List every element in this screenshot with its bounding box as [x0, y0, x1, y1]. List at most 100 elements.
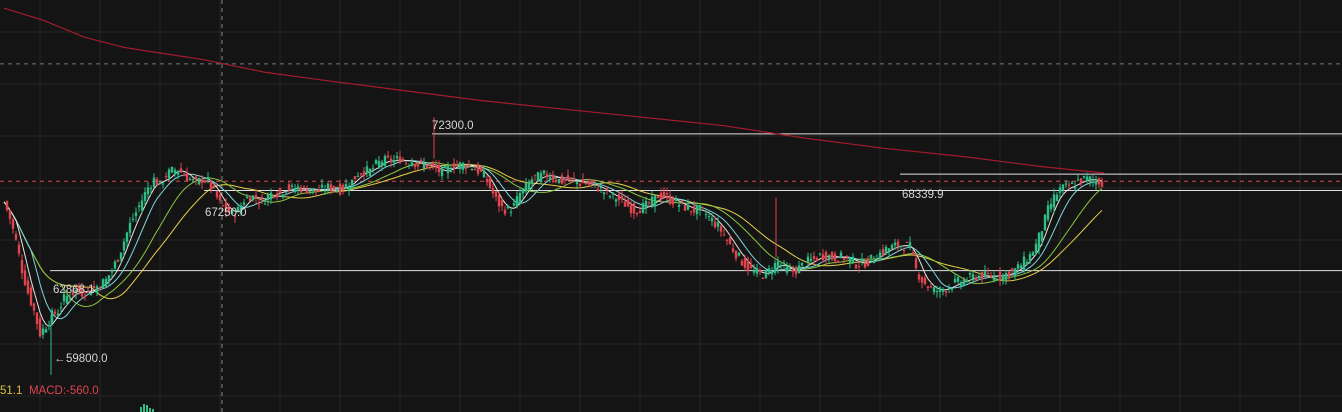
- candle-body: [455, 164, 459, 166]
- candle-body: [749, 264, 753, 268]
- candle-body: [212, 185, 216, 187]
- candle-body: [308, 190, 312, 192]
- candle-body: [560, 175, 564, 184]
- candle-body: [488, 176, 492, 189]
- candle-body: [995, 279, 999, 281]
- macd-bar: [140, 407, 142, 412]
- candle-body: [446, 165, 450, 174]
- candle-body: [1073, 186, 1077, 189]
- candle-body: [1097, 178, 1101, 185]
- candle-body: [611, 192, 615, 195]
- candle-body: [356, 175, 360, 177]
- candle-body: [500, 199, 504, 207]
- candle-body: [593, 183, 597, 185]
- candle-body: [329, 184, 333, 191]
- candle-body: [902, 249, 906, 251]
- candle-body: [119, 252, 123, 260]
- candle-body: [836, 260, 840, 263]
- candle-body: [677, 204, 681, 207]
- candle-body: [401, 159, 405, 161]
- candle-body: [359, 173, 363, 175]
- candle-body: [98, 287, 102, 289]
- candle-body: [716, 222, 720, 227]
- candle-body: [68, 297, 72, 299]
- candle-body: [908, 242, 912, 248]
- candle-body: [419, 160, 423, 162]
- candle-body: [221, 205, 225, 207]
- candle-body: [791, 270, 795, 272]
- candle-body: [242, 202, 246, 205]
- candle-body: [557, 179, 561, 183]
- candle-body: [374, 159, 378, 164]
- candle-body: [614, 199, 618, 202]
- candle-body: [248, 197, 252, 201]
- candle-body: [674, 197, 678, 202]
- candle-body: [662, 191, 666, 198]
- candle-body: [17, 244, 21, 254]
- candle-body: [404, 163, 408, 165]
- candle-body: [797, 265, 801, 274]
- candle-body: [782, 262, 786, 264]
- candle-body: [758, 270, 762, 272]
- candle-body: [176, 170, 180, 175]
- candle-body: [464, 166, 468, 169]
- candle-body: [821, 254, 825, 260]
- candle-body: [647, 202, 651, 204]
- candle-body: [617, 194, 621, 201]
- candle-body: [1052, 194, 1056, 208]
- candle-body: [968, 273, 972, 275]
- candle-body: [794, 267, 798, 275]
- candle-body: [896, 241, 900, 247]
- mark-b-label: 62868.1: [53, 284, 95, 296]
- candle-body: [260, 197, 264, 199]
- candle-body: [998, 271, 1002, 280]
- candle-body: [413, 164, 417, 168]
- candle-body: [122, 241, 126, 251]
- candle-body: [926, 286, 930, 289]
- candle-body: [629, 205, 633, 214]
- candle-body: [188, 178, 192, 180]
- candle-body: [104, 278, 108, 287]
- candle-body: [44, 329, 48, 333]
- candle-body: [341, 184, 345, 191]
- candle-body: [383, 156, 387, 166]
- candle-body: [875, 260, 879, 262]
- candle-body: [575, 182, 579, 185]
- price-chart[interactable]: 72300.0 67250.0 62868.1 68339.9 ← 59800.…: [0, 0, 1342, 412]
- candle-body: [161, 183, 165, 185]
- candle-body: [974, 277, 978, 280]
- candle-body: [1085, 176, 1089, 181]
- candle-body: [137, 205, 141, 208]
- candle-body: [116, 259, 120, 262]
- candle-body: [362, 171, 366, 176]
- candle-body: [686, 204, 690, 210]
- candle-body: [719, 226, 723, 232]
- candle-body: [167, 169, 171, 179]
- candle-body: [344, 184, 348, 189]
- candle-body: [347, 187, 351, 191]
- candle-body: [872, 260, 876, 263]
- candle-body: [425, 164, 429, 169]
- candle-body: [656, 196, 660, 199]
- candle-body: [218, 195, 222, 201]
- candle-body: [1055, 194, 1059, 201]
- candle-body: [284, 191, 288, 193]
- candle-body: [479, 167, 483, 172]
- candle-body: [983, 271, 987, 277]
- candle-body: [641, 203, 645, 213]
- candle-body: [323, 190, 327, 192]
- candle-body: [206, 176, 210, 180]
- candle-body: [113, 261, 117, 269]
- candle-body: [1061, 184, 1065, 191]
- candle-body: [860, 258, 864, 262]
- candle-body: [761, 278, 765, 280]
- candle-body: [950, 287, 954, 290]
- candle-body: [143, 192, 147, 201]
- candle-body: [101, 279, 105, 289]
- candle-body: [935, 290, 939, 292]
- candle-body: [173, 170, 177, 174]
- candle-body: [653, 195, 657, 207]
- candle-body: [209, 180, 213, 189]
- candle-body: [944, 291, 948, 293]
- candle-body: [476, 164, 480, 174]
